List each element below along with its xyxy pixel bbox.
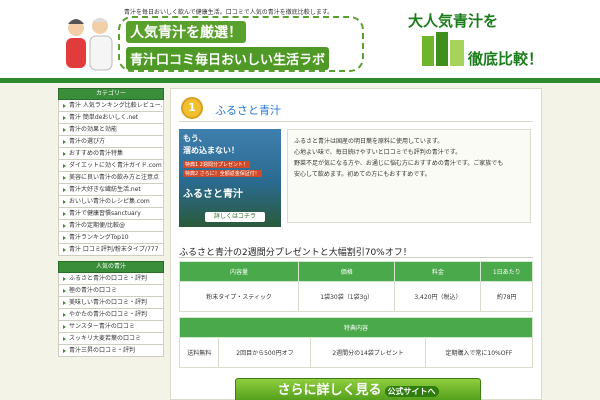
arrow-icon	[63, 276, 66, 281]
sidebar-link[interactable]: 青汁 人気ランキング比較レビュー.com	[58, 100, 164, 112]
arrow-icon	[63, 288, 66, 293]
site-title[interactable]: 青汁口コミ毎日おいしい生活ラボ	[126, 47, 330, 70]
arrow-icon	[63, 175, 66, 180]
sidebar-section-title: 人気の青汁	[58, 261, 164, 273]
sidebar-link[interactable]: ダイエットに効く青汁ガイド.com	[58, 160, 164, 172]
table-cell: 送料無料	[178, 337, 220, 368]
table-header-cell: 特典内容	[179, 317, 533, 338]
sidebar-link[interactable]: 青汁ランキングTop10	[58, 232, 164, 244]
table-row: 粉末タイプ・スティック 1袋30袋（1袋3g） 3,420円（税込） 約78円	[178, 281, 533, 312]
table-header-row: 特典内容	[179, 317, 533, 338]
arrow-icon	[63, 336, 66, 341]
offer-divider	[179, 257, 533, 258]
sidebar-list-2: ふるさと青汁の口コミ・評判 極の青汁の口コミ 美味しい青汁の口コミ・評判 やかた…	[58, 273, 164, 357]
arrow-icon	[63, 163, 66, 168]
arrow-icon	[63, 151, 66, 156]
arrow-icon	[63, 127, 66, 132]
sidebar-link[interactable]: 青汁 簡単deおいしく.net	[58, 112, 164, 124]
table-cell: 1袋30袋（1袋3g）	[298, 281, 396, 312]
product-title: ふるさと青汁	[215, 104, 281, 117]
arrow-icon	[63, 103, 66, 108]
arrow-icon	[63, 324, 66, 329]
sidebar-link[interactable]: 青汁の選び方	[58, 136, 164, 148]
sidebar-link[interactable]: 美容に良い青汁の飲み方と注意点	[58, 172, 164, 184]
product-description: ふるさと青汁は国産の明日葉を原料に使用しています。 心地よい味で、毎日続けやすい…	[287, 129, 531, 223]
sidebar-link[interactable]: ふるさと青汁の口コミ・評判	[58, 273, 164, 285]
sidebar-link[interactable]: おいしい青汁のレシピ集.com	[58, 196, 164, 208]
page: 青汁を毎日おいしく飲んで健康生活。口コミで人気の青汁を徹底比較します。 人気青汁…	[0, 0, 600, 400]
sidebar-link[interactable]: おすすめの青汁特集	[58, 148, 164, 160]
sidebar-link[interactable]: やかたの青汁の口コミ・評判	[58, 309, 164, 321]
site-header: 青汁を毎日おいしく飲んで健康生活。口コミで人気の青汁を徹底比較します。 人気青汁…	[0, 0, 600, 83]
description-line: 野菜不足が気になる方や、お通じに悩む方におすすめの青汁です。ご家族でも	[294, 160, 504, 167]
compare-text-bottom: 徹底比較！	[468, 50, 544, 68]
products-illustration	[422, 32, 464, 66]
arrow-icon	[63, 139, 66, 144]
sidebar-link[interactable]: 極の青汁の口コミ	[58, 285, 164, 297]
bonus-table: 特典内容 送料無料 2回目から500円オフ 2週間分の14袋プレゼント 定期購入…	[178, 317, 534, 368]
table-cell: 定期購入で常に10%OFF	[424, 337, 534, 368]
table-cell: 2週間分の14袋プレゼント	[310, 337, 426, 368]
arrow-icon	[63, 312, 66, 317]
ad-cta-button[interactable]: 詳しくはコチラ	[205, 212, 265, 222]
ad-tag-1: 特典1 2週間分プレゼント！	[183, 161, 250, 168]
product-ad-banner[interactable]: もう、 溜め込まない！ 特典1 2週間分プレゼント！ 特典2 さらに！全額返金保…	[179, 129, 281, 227]
arrow-icon	[63, 235, 66, 240]
table-cell: 約78円	[480, 281, 533, 312]
spec-table: 内容量 価格 料金 1日あたり 粉末タイプ・スティック 1袋30袋（1袋3g） …	[178, 261, 533, 312]
arrow-icon	[63, 211, 66, 216]
rank-badge: 1	[181, 97, 203, 119]
main-content: 1 ふるさと青汁 もう、 溜め込まない！ 特典1 2週間分プレゼント！ 特典2 …	[170, 88, 542, 400]
arrow-icon	[63, 115, 66, 120]
table-header-cell: 料金	[394, 261, 482, 282]
arrow-icon	[63, 247, 66, 252]
table-header-row: 内容量 価格 料金 1日あたり	[178, 261, 533, 282]
arrow-icon	[63, 300, 66, 305]
sidebar-link[interactable]: 美味しい青汁の口コミ・評判	[58, 297, 164, 309]
sidebar-link[interactable]: 青汁で健康習慣sanctuary	[58, 208, 164, 220]
arrow-icon	[63, 187, 66, 192]
sidebar-link[interactable]: 青汁の定期便/比較@	[58, 220, 164, 232]
description-line: ふるさと青汁は国産の明日葉を原料に使用しています。	[294, 138, 444, 145]
sidebar: カテゴリー 青汁 人気ランキング比較レビュー.com 青汁 簡単deおいしく.n…	[58, 88, 164, 357]
table-cell: 2回目から500円オフ	[218, 337, 312, 368]
arrow-icon	[63, 199, 66, 204]
cta-sub-label: 公式サイトへ	[384, 386, 439, 397]
table-cell: 3,420円（税込）	[394, 281, 482, 312]
ad-line-2: 溜め込まない！	[183, 146, 239, 155]
description-line: 安心して飲めます。初めての方にもおすすめです。	[294, 171, 431, 178]
ad-line-1: もう、	[183, 134, 207, 143]
sidebar-link[interactable]: 青汁大好きな繊紡生活.net	[58, 184, 164, 196]
sidebar-link[interactable]: スッキリ大麦若葉の口コミ	[58, 333, 164, 345]
arrow-icon	[63, 348, 66, 353]
sidebar-list-1: 青汁 人気ランキング比較レビュー.com 青汁 簡単deおいしく.net 青汁の…	[58, 100, 164, 256]
table-cell: 粉末タイプ・スティック	[178, 281, 300, 312]
sidebar-link[interactable]: 青汁の効果と効能	[58, 124, 164, 136]
header-description: 青汁を毎日おいしく飲んで健康生活。口コミで人気の青汁を徹底比較します。	[124, 9, 334, 16]
title-divider	[179, 121, 533, 122]
ad-brand: ふるさと青汁	[183, 189, 243, 200]
description-line: 心地よい味で、毎日続けやすいと口コミでも評判の青汁です。	[294, 149, 462, 156]
arrow-icon	[63, 223, 66, 228]
sidebar-link[interactable]: サンスター青汁の口コミ	[58, 321, 164, 333]
table-header-cell: 1日あたり	[480, 261, 533, 282]
seniors-illustration	[66, 18, 113, 71]
sidebar-section-title: カテゴリー	[58, 88, 164, 100]
table-row: 送料無料 2回目から500円オフ 2週間分の14袋プレゼント 定期購入で常に10…	[178, 337, 534, 368]
ad-tag-2: 特典2 さらに！全額返金保証付！	[183, 170, 262, 177]
header-headline: 人気青汁を厳選！	[126, 21, 246, 43]
header-bottom-bar	[0, 78, 600, 83]
sidebar-link[interactable]: 青汁三昇の口コミ・評判	[58, 345, 164, 357]
table-header-cell: 価格	[298, 261, 396, 282]
cta-label: さらに詳しく見る	[277, 383, 382, 398]
sidebar-link[interactable]: 青汁 口コミ評判/粉末タイプ/777	[58, 244, 164, 256]
official-site-button[interactable]: さらに詳しく見る 公式サイトへ	[235, 378, 481, 400]
table-header-cell: 内容量	[178, 261, 300, 282]
